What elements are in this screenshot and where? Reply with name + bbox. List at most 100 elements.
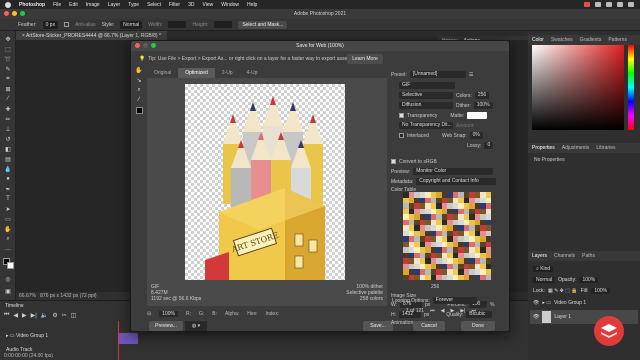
opacity-input[interactable]: 100% (579, 276, 599, 283)
control-center-icon[interactable] (628, 2, 634, 7)
transparency-dither-select[interactable]: No Transparency Dit... (399, 122, 453, 129)
tab-properties[interactable]: Properties (532, 145, 555, 151)
marquee-tool-icon[interactable]: ⬚ (3, 45, 13, 53)
search-icon[interactable] (617, 2, 623, 7)
menu-layer[interactable]: Layer (108, 2, 121, 8)
shape-tool-icon[interactable]: ▭ (3, 215, 13, 223)
eyedropper-tool-icon[interactable]: ⁄ (3, 95, 13, 103)
tab-color[interactable]: Color (532, 37, 544, 43)
convert-srgb-checkbox[interactable] (391, 159, 396, 164)
visibility-icon[interactable]: 👁 (533, 300, 539, 306)
dialog-zoom-icon[interactable] (151, 43, 156, 48)
reduction-select[interactable]: Selective (399, 92, 453, 99)
matte-select[interactable] (467, 112, 488, 119)
blur-tool-icon[interactable]: 💧 (3, 165, 13, 173)
optimized-preview[interactable]: ART STORE GIF 8.427M 1192 sec @ 56.6 Kbp… (147, 78, 387, 306)
menu-view[interactable]: View (203, 2, 214, 8)
layer-kind-filter[interactable]: ⌕ Kind (533, 265, 554, 272)
menu-type[interactable]: Type (128, 2, 139, 8)
preview-mode-select[interactable]: Monitor Color (413, 168, 494, 175)
status-zoom[interactable]: 66.67% (19, 293, 36, 299)
eyedropper-tool-icon[interactable]: ⁄ (134, 97, 144, 107)
zoom-tool-icon[interactable]: ⌕ (3, 235, 13, 243)
more-tools-icon[interactable]: … (3, 245, 13, 253)
height-input[interactable] (214, 21, 233, 28)
lossy-input[interactable]: 0 (484, 142, 494, 149)
path-select-tool-icon[interactable]: ➤ (3, 205, 13, 213)
wifi-icon[interactable] (606, 2, 612, 7)
tab-patterns[interactable]: Patterns (608, 37, 627, 43)
websnap-input[interactable]: 0% (469, 132, 483, 139)
feather-input[interactable]: 0 px (42, 20, 59, 29)
save-button[interactable]: Save... (363, 321, 393, 331)
quick-mask-icon[interactable]: ◎ (3, 275, 13, 283)
color-picker-field[interactable] (532, 45, 624, 130)
learn-more-button[interactable]: Learn More (347, 54, 383, 64)
visibility-icon[interactable]: 👁 (533, 314, 539, 320)
tab-optimized[interactable]: Optimized (178, 68, 215, 78)
battery-icon[interactable] (595, 2, 601, 7)
settings-icon[interactable]: ⚙ (52, 312, 57, 319)
apple-icon[interactable] (5, 1, 11, 8)
format-select[interactable]: GIF (399, 82, 455, 89)
color-table-swatch[interactable] (485, 274, 491, 280)
menu-select[interactable]: Select (147, 2, 161, 8)
pen-tool-icon[interactable]: ✒ (3, 185, 13, 193)
history-brush-icon[interactable]: ↺ (3, 135, 13, 143)
hand-tool-icon[interactable]: ✋ (134, 67, 144, 77)
document-tab[interactable]: × ArtStore-Sticker_PRORES4444 @ 66.7% (L… (16, 31, 167, 40)
dither-algorithm-select[interactable]: Diffusion (399, 102, 453, 109)
move-tool-icon[interactable]: ✥ (3, 35, 13, 43)
audio-icon[interactable]: 🔈 (41, 312, 48, 319)
optimize-menu-icon[interactable]: ☰ (469, 72, 473, 78)
fill-input[interactable]: 100% (591, 287, 611, 294)
play-icon[interactable]: ▶ (22, 312, 27, 319)
hand-tool-icon[interactable]: ✋ (3, 225, 13, 233)
prev-frame-icon[interactable]: ◀ (13, 312, 18, 319)
colors-select[interactable]: 256 (474, 92, 490, 99)
menu-help[interactable]: Help (247, 2, 257, 8)
zoom-minus-icon[interactable]: ⊟ (147, 311, 151, 317)
zoom-select[interactable]: 100% (159, 311, 178, 317)
style-select[interactable]: Normal (120, 20, 143, 29)
screen-mode-icon[interactable]: ▣ (3, 287, 13, 295)
last-frame-icon[interactable]: ⏭ (471, 308, 476, 314)
gradient-tool-icon[interactable]: ▤ (3, 155, 13, 163)
lock-icons[interactable]: ▦ ✎ ✥ ⬚ 🔒 (548, 288, 578, 294)
timeline-track-video[interactable]: ▸ ▭ Video Group 1 (4, 331, 124, 340)
menu-3d[interactable]: 3D (188, 2, 194, 8)
width-input[interactable] (168, 21, 187, 28)
preset-select[interactable]: [Unnamed] (409, 71, 466, 78)
next-frame-icon[interactable]: ▶| (460, 308, 465, 314)
menu-filter[interactable]: Filter (169, 2, 180, 8)
dither-input[interactable]: 100% (473, 102, 493, 109)
tab-gradients[interactable]: Gradients (580, 37, 602, 43)
tab-4-up[interactable]: 4-Up (240, 68, 265, 78)
tab-layers[interactable]: Layers (532, 253, 547, 259)
tab-original[interactable]: Original (147, 68, 178, 78)
healing-brush-icon[interactable]: ✚ (3, 105, 13, 113)
preview-button[interactable]: Preview... (149, 321, 183, 331)
timeline-clip[interactable] (118, 333, 138, 344)
color-table[interactable] (403, 192, 491, 280)
tab-libraries[interactable]: Libraries (596, 145, 615, 151)
tab-adjustments[interactable]: Adjustments (562, 145, 590, 151)
tab-paths[interactable]: Paths (582, 253, 595, 259)
looping-select[interactable]: Forever (432, 297, 477, 304)
menu-image[interactable]: Image (86, 2, 100, 8)
stamp-tool-icon[interactable]: ⊥ (3, 125, 13, 133)
zoom-tool-icon[interactable]: ⌕ (134, 87, 144, 97)
slice-select-tool-icon[interactable]: ↘ (134, 77, 144, 87)
prev-frame-icon[interactable]: ◀ (441, 308, 445, 314)
transition-icon[interactable]: ◫ (71, 312, 77, 319)
metadata-select[interactable]: Copyright and Contact Info (416, 178, 497, 185)
crop-tool-icon[interactable]: ⌗ (3, 75, 13, 83)
menu-app-name[interactable]: Photoshop (19, 2, 45, 8)
lasso-tool-icon[interactable]: ➰ (3, 55, 13, 63)
color-swatches-icon[interactable] (3, 257, 14, 269)
record-icon[interactable] (584, 2, 590, 7)
play-icon[interactable]: ▶ (450, 308, 454, 314)
hue-slider[interactable] (628, 45, 634, 130)
split-icon[interactable]: ✂ (62, 312, 67, 319)
layer-row-layer1[interactable]: 👁 Layer 1 (530, 310, 638, 324)
